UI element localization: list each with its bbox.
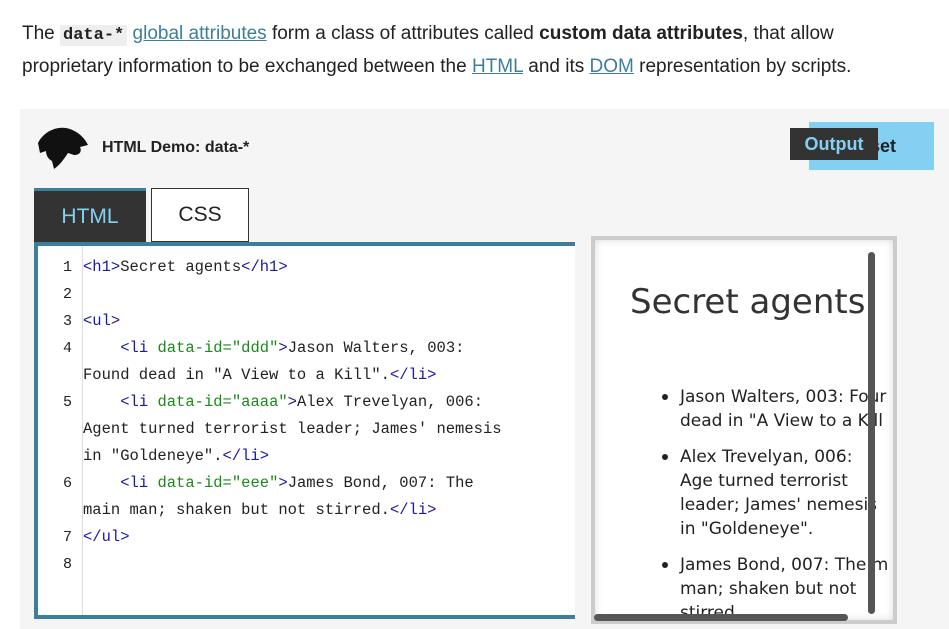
code-editor[interactable]: 1 2 3 4 5 6 7 8 <h1>Secret agents</h1> <… <box>34 242 575 619</box>
code-attr: data-id= <box>157 474 232 492</box>
code-string: "ddd" <box>231 339 279 357</box>
demo-title: HTML Demo: data-* <box>102 139 250 156</box>
line-number: 3 <box>62 313 72 330</box>
code-tag: </li> <box>389 501 437 519</box>
output-horizontal-scrollbar[interactable] <box>594 614 848 621</box>
line-number: 2 <box>62 286 72 303</box>
interactive-demo: HTML Demo: data-* Reset HTML CSS 1 2 3 4… <box>20 109 949 629</box>
code-text: Alex Trevelyan, 006: <box>296 393 484 411</box>
code-tag: </li> <box>222 447 270 465</box>
code-text: Found dead in "A View to a Kill". <box>83 366 390 384</box>
tab-html[interactable]: HTML <box>34 188 146 242</box>
dom-link[interactable]: DOM <box>590 56 634 77</box>
line-gutter: 1 2 3 4 5 6 7 8 <box>38 246 83 615</box>
code-text: in "Goldeneye". <box>83 447 223 465</box>
code-attr: data-id= <box>157 339 232 357</box>
data-attr-code: data-* <box>60 25 128 46</box>
code-line-5-wrap: Agent turned terrorist leader; James' ne… <box>83 420 502 438</box>
intro-paragraph: The data-* global attributes form a clas… <box>22 18 922 82</box>
code-text: main man; shaken but not stirred. <box>83 501 390 519</box>
code-tag: > <box>287 393 297 411</box>
line-number: 5 <box>62 394 72 411</box>
code-line-4-wrap: Found dead in "A View to a Kill".</li> <box>83 366 436 384</box>
global-attributes-link[interactable]: global attributes <box>133 23 267 44</box>
intro-text-3: and its <box>522 56 590 77</box>
code-tag: <ul> <box>83 312 121 330</box>
code-line-7: </ul> <box>83 528 130 546</box>
code-tag: <li <box>120 393 149 411</box>
code-tag: <li <box>120 339 149 357</box>
output-heading: Secret agents <box>630 282 866 322</box>
line-number: 1 <box>62 259 72 276</box>
custom-data-attributes-bold: custom data attributes <box>539 23 743 44</box>
output-label: Output <box>790 128 878 160</box>
output-agent-list: Jason Walters, 003: Four dead in "A View… <box>630 385 890 620</box>
tab-css[interactable]: CSS <box>151 188 249 242</box>
code-line-1: <h1>Secret agents</h1> <box>83 258 288 276</box>
mdn-dino-logo-icon <box>38 127 88 169</box>
code-string: "aaaa" <box>231 393 288 411</box>
code-tag: </h1> <box>241 258 288 276</box>
code-string: "eee" <box>231 474 279 492</box>
output-list-item: Jason Walters, 003: Four dead in "A View… <box>662 385 890 433</box>
code-text: Agent turned terrorist leader; James' ne… <box>83 420 502 438</box>
intro-text-1: form a class of attributes called <box>266 23 540 44</box>
html-link[interactable]: HTML <box>472 56 523 77</box>
code-tag: > <box>278 474 288 492</box>
code-line-4: <li data-id="ddd">Jason Walters, 003: <box>83 339 464 357</box>
intro-text-the: The <box>22 23 55 44</box>
code-line-6: <li data-id="eee">James Bond, 007: The <box>83 474 474 492</box>
code-text: James Bond, 007: The <box>287 474 474 492</box>
code-tag: </ul> <box>83 528 130 546</box>
code-attr: data-id= <box>157 393 232 411</box>
code-tag: <li <box>120 474 149 492</box>
code-text: Secret agents <box>120 258 242 276</box>
line-number: 4 <box>62 340 72 357</box>
code-line-3: <ul> <box>83 312 120 330</box>
output-panel[interactable]: Secret agents Jason Walters, 003: Four d… <box>591 236 897 624</box>
code-line-5: <li data-id="aaaa">Alex Trevelyan, 006: <box>83 393 483 411</box>
code-line-6-wrap: main man; shaken but not stirred.</li> <box>83 501 436 519</box>
line-number: 8 <box>62 556 72 573</box>
code-tag: <h1> <box>83 258 121 276</box>
code-line-5-wrap: in "Goldeneye".</li> <box>83 447 269 465</box>
code-tag: </li> <box>389 366 437 384</box>
code-tag: > <box>278 339 288 357</box>
intro-text-4: representation by scripts. <box>633 56 852 77</box>
code-text: Jason Walters, 003: <box>287 339 465 357</box>
output-list-item: Alex Trevelyan, 006: Age turned terroris… <box>662 445 890 541</box>
line-number: 7 <box>62 529 72 546</box>
line-number: 6 <box>62 475 72 492</box>
output-vertical-scrollbar[interactable] <box>868 252 875 614</box>
